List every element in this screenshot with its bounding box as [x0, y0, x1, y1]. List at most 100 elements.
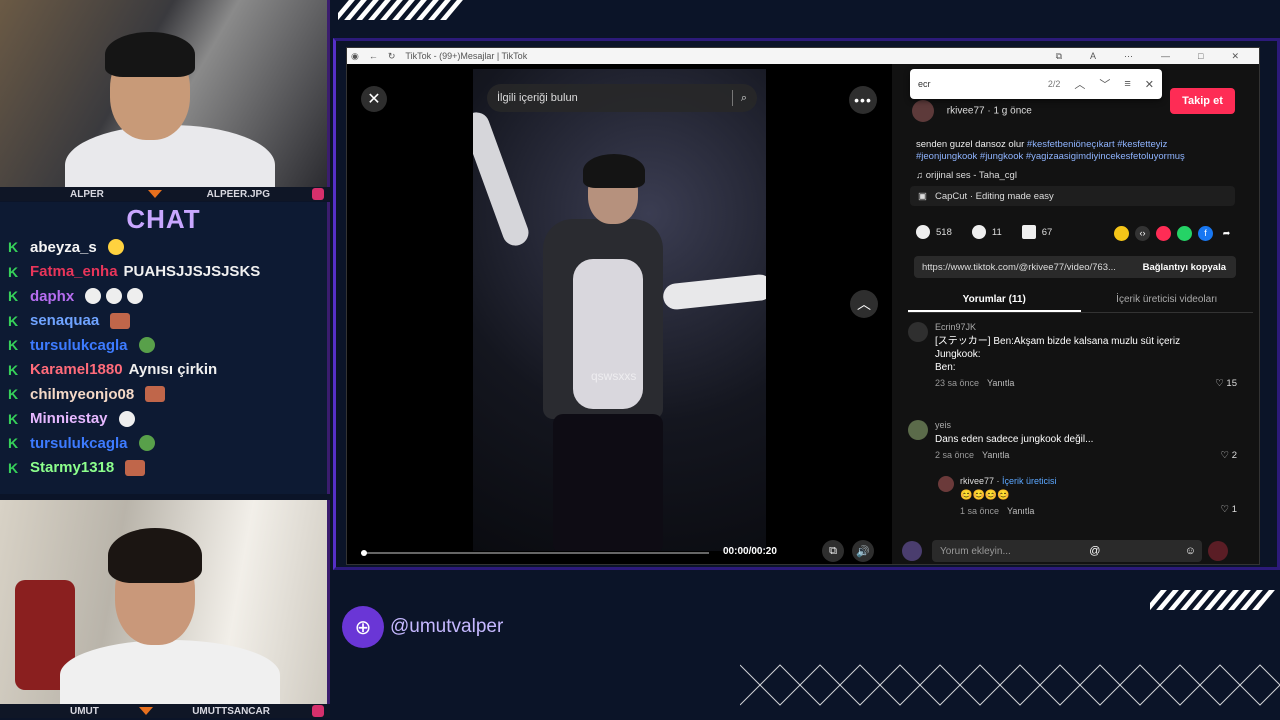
stripes-decoration-right: [1150, 590, 1280, 610]
more-options-button[interactable]: •••: [849, 86, 877, 114]
maximize-icon[interactable]: □: [1198, 51, 1203, 62]
progress-handle[interactable]: [361, 550, 367, 556]
filter-icon[interactable]: ≡: [1124, 78, 1130, 90]
emote-icon: [85, 288, 102, 305]
copy-link-button[interactable]: Bağlantıyı kopyala: [1143, 262, 1236, 273]
comment-icon[interactable]: [971, 225, 986, 239]
embed-icon[interactable]: ‹›: [1135, 226, 1150, 241]
comment-likes[interactable]: ♡ 2: [1221, 450, 1237, 461]
volume-button[interactable]: 🔊: [852, 540, 874, 562]
close-find-icon[interactable]: ✕: [1145, 78, 1154, 91]
repost-icon[interactable]: [1114, 226, 1129, 241]
facebook-icon[interactable]: f: [1198, 226, 1213, 241]
desc-hashtags-2[interactable]: #jeonjungkook #jungkook #yagizaasigimdiy…: [916, 151, 1185, 162]
translate-icon[interactable]: A: [1090, 51, 1096, 62]
tab-action-icon[interactable]: ⧉: [1056, 51, 1062, 62]
capcut-banner[interactable]: ▣ CapCut · Editing made easy: [910, 186, 1235, 206]
author-name[interactable]: rkivee77 · 1 g önce: [947, 106, 1032, 117]
chat-username: Starmy1318: [30, 459, 115, 477]
bookmark-icon[interactable]: [1021, 225, 1036, 239]
chat-message: Kdaphx: [0, 284, 327, 309]
find-bar[interactable]: ecr 2/2 ︿ ﹀ ≡ ✕: [910, 69, 1162, 99]
reply-button[interactable]: Yanıtla: [1007, 506, 1034, 516]
video-player: ✕ qswsxxs İlgili içeriği bulun ⌕ ••• ︿ 0…: [347, 64, 892, 564]
minimize-icon[interactable]: —: [1161, 51, 1170, 62]
whatsapp-icon[interactable]: [1177, 226, 1192, 241]
emoji-icon[interactable]: ☺: [1185, 545, 1202, 557]
kick-badge-icon: K: [8, 312, 19, 329]
comment-likes-count: 1: [1231, 504, 1237, 515]
comment-likes[interactable]: ♡ 1: [1221, 504, 1237, 515]
commenter-avatar[interactable]: [908, 322, 928, 342]
previous-video-button[interactable]: ︿: [850, 290, 878, 318]
tab-comments[interactable]: Yorumlar (11): [908, 287, 1081, 312]
emote-icon: [125, 459, 146, 476]
commenter-avatar[interactable]: [938, 476, 954, 492]
video-link[interactable]: https://www.tiktok.com/@rkivee77/video/7…: [922, 262, 1116, 273]
comment-text: Ben:: [935, 362, 956, 373]
kick-badge-icon: K: [8, 410, 19, 427]
chat-username: tursulukcagla: [30, 336, 128, 354]
chevron-down-icon[interactable]: ﹀: [1099, 76, 1110, 92]
share-icons: ‹› f ➦: [1114, 226, 1234, 241]
chat-message: Ktursulukcagla: [0, 333, 327, 358]
reply-button[interactable]: Yanıtla: [987, 378, 1014, 388]
comment-item: yeis Dans eden sadece jungkook değil... …: [908, 420, 1253, 461]
find-input[interactable]: ecr: [918, 79, 931, 89]
chat-message: Ktursulukcagla: [0, 431, 327, 456]
kick-badge-icon: K: [8, 361, 19, 378]
pip-button[interactable]: ⧉: [822, 540, 844, 562]
tab-creator-videos[interactable]: İçerik üreticisi videoları: [1081, 287, 1254, 312]
commenter-name[interactable]: rkivee77: [960, 476, 994, 486]
comment-time: 2 sa önce: [935, 450, 975, 460]
desc-hashtags-1[interactable]: #kesfetbeniönеçıkart #kesfetteyiz: [1027, 139, 1167, 150]
tab-title[interactable]: TikTok - (99+)Mesajlar | TikTok: [405, 51, 527, 61]
author-avatar[interactable]: [912, 100, 934, 122]
chat-username: Fatma_enha: [30, 263, 118, 281]
comments-count: 11: [991, 226, 1002, 238]
chat-username: daphx: [30, 287, 75, 305]
share-arrow-icon[interactable]: ➦: [1219, 226, 1234, 241]
comment-input-row: Yorum ekleyin... @ ☺: [902, 538, 1247, 564]
emote-icon: [138, 337, 155, 354]
video-time: 00:00/00:20: [723, 546, 777, 557]
kick-badge-icon: K: [8, 435, 19, 452]
video-progress-bar[interactable]: [361, 550, 709, 556]
chat-panel: CHAT Kabeyza_s K Fatma_enha PUAHSJJSJSJSKS K…: [0, 202, 330, 494]
back-icon[interactable]: ←: [369, 51, 378, 61]
kick-badge-icon: K: [8, 459, 19, 476]
video-link-box[interactable]: https://www.tiktok.com/@rkivee77/video/7…: [914, 256, 1236, 278]
commenter-avatar[interactable]: [908, 420, 928, 440]
author-row[interactable]: rkivee77 · 1 g önce: [912, 100, 1032, 122]
comment-item: Ecrin97JK [ステッカー] Ben:Akşam bizde kalsan…: [908, 322, 1253, 389]
chat-message: K Fatma_enha PUAHSJJSJSJSKS: [0, 260, 327, 285]
video-frame[interactable]: qswsxxs: [473, 69, 766, 551]
close-video-button[interactable]: ✕: [361, 86, 387, 112]
music-label[interactable]: ♫ orijinal ses - Taha_cgl: [916, 170, 1017, 181]
reload-icon[interactable]: ↻: [388, 51, 396, 62]
chevron-up-icon[interactable]: ︿: [1074, 76, 1085, 92]
chat-title: CHAT: [126, 204, 201, 234]
close-window-icon[interactable]: ✕: [1231, 51, 1239, 62]
menu-icon[interactable]: ⋯: [1124, 51, 1133, 62]
follow-button[interactable]: Takip et: [1170, 88, 1235, 114]
webcam-top-label-left: ALPER: [70, 188, 104, 200]
user-avatar: [902, 541, 922, 561]
comment-input[interactable]: Yorum ekleyin... @ ☺: [932, 540, 1202, 562]
send-icon[interactable]: [1156, 226, 1171, 241]
comment-input-placeholder: Yorum ekleyin...: [940, 545, 1011, 557]
triangle-icon: [138, 707, 153, 715]
webcam-bottom-label-left: UMUT: [70, 705, 99, 717]
video-search-placeholder: İlgili içeriği bulun: [497, 92, 578, 104]
mention-icon[interactable]: @: [1089, 545, 1106, 557]
comment-likes[interactable]: ♡ 15: [1215, 378, 1237, 389]
video-search-input[interactable]: İlgili içeriği bulun ⌕: [487, 84, 757, 112]
social-handle: ⊕ @umutvalper: [342, 606, 503, 648]
commenter-name[interactable]: yeis: [935, 420, 1253, 430]
commenter-name[interactable]: Ecrin97JK: [935, 322, 1253, 332]
send-comment-button[interactable]: [1208, 541, 1228, 561]
post-sidebar: rkivee77 · 1 g önce Takip et ecr 2/2 ︿ ﹀…: [892, 64, 1259, 564]
search-icon[interactable]: ⌕: [741, 92, 747, 105]
reply-button[interactable]: Yanıtla: [982, 450, 1009, 460]
heart-icon[interactable]: [916, 225, 930, 239]
